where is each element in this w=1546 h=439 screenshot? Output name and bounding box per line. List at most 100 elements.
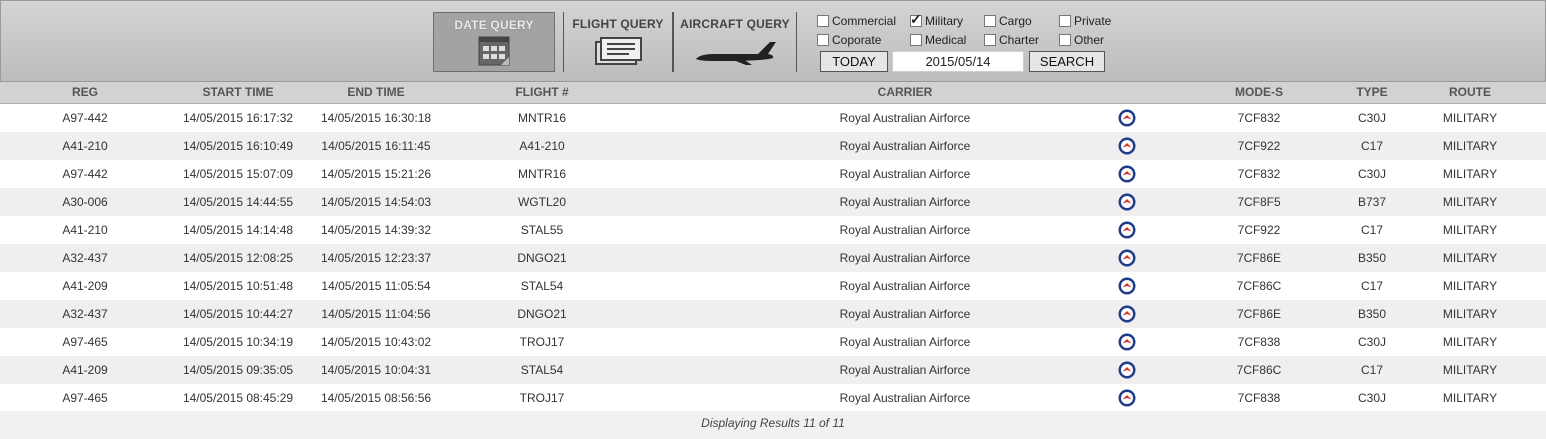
cell-carrier: Royal Australian Airforce: [839, 167, 971, 181]
cell-start: 14/05/2015 14:14:48: [182, 223, 294, 237]
cell-modes: 7CF86E: [1236, 251, 1282, 265]
cell-start: 14/05/2015 10:44:27: [182, 307, 294, 321]
column-header-start-time[interactable]: START TIME: [178, 85, 298, 99]
cell-flight: TROJ17: [519, 335, 565, 349]
date-input[interactable]: [892, 51, 1024, 72]
cell-start: 14/05/2015 16:10:49: [182, 139, 294, 153]
raaf-roundel-icon: [1118, 361, 1136, 379]
filter-private[interactable]: Private: [1059, 14, 1111, 28]
cell-reg: A41-210: [62, 223, 108, 237]
raaf-roundel-icon: [1118, 165, 1136, 183]
column-header-flight[interactable]: FLIGHT #: [492, 85, 592, 99]
search-button[interactable]: SEARCH: [1029, 51, 1105, 72]
cell-start: 14/05/2015 16:17:32: [182, 111, 294, 125]
cell-flight: STAL54: [520, 363, 564, 377]
table-row[interactable]: A41-209 14/05/2015 10:51:48 14/05/2015 11:…: [0, 272, 1546, 300]
column-header-type[interactable]: TYPE: [1332, 85, 1412, 99]
checkbox[interactable]: [817, 15, 829, 27]
cell-modes: 7CF8F5: [1237, 195, 1281, 209]
tab-label: DATE QUERY: [454, 18, 534, 32]
table-row[interactable]: A97-465 14/05/2015 08:45:29 14/05/2015 08:…: [0, 384, 1546, 412]
cell-route: MILITARY: [1442, 335, 1498, 349]
today-button[interactable]: TODAY: [820, 51, 888, 72]
filter-label: Military: [925, 14, 963, 28]
filter-label: Charter: [999, 33, 1040, 47]
table-row[interactable]: A41-210 14/05/2015 14:14:48 14/05/2015 14:…: [0, 216, 1546, 244]
cell-carrier: Royal Australian Airforce: [839, 363, 971, 377]
checkbox[interactable]: [1059, 34, 1071, 46]
cell-reg: A41-209: [62, 279, 108, 293]
tab-date-query[interactable]: DATE QUERY: [433, 12, 555, 72]
filter-corporate[interactable]: Coporate: [817, 33, 881, 47]
cell-end: 14/05/2015 10:04:31: [320, 363, 432, 377]
checkbox-checked[interactable]: ✓: [910, 11, 922, 27]
cell-route: MILITARY: [1442, 223, 1498, 237]
cell-route: MILITARY: [1442, 111, 1498, 125]
table-row[interactable]: A41-210 14/05/2015 16:10:49 14/05/2015 16:…: [0, 132, 1546, 160]
check-icon: ✓: [910, 11, 922, 27]
column-header-mode-s[interactable]: MODE-S: [1214, 85, 1304, 99]
checkbox[interactable]: [817, 34, 829, 46]
filter-label: Medical: [925, 33, 967, 47]
cell-end: 14/05/2015 16:30:18: [320, 111, 432, 125]
table-row[interactable]: A32-437 14/05/2015 10:44:27 14/05/2015 11:…: [0, 300, 1546, 328]
raaf-roundel-icon: [1118, 389, 1136, 407]
checkbox[interactable]: [1059, 15, 1071, 27]
filter-other[interactable]: Other: [1059, 33, 1104, 47]
raaf-roundel-icon: [1118, 109, 1136, 127]
checkbox[interactable]: [984, 15, 996, 27]
column-header-route[interactable]: ROUTE: [1430, 85, 1510, 99]
cell-start: 14/05/2015 10:51:48: [182, 279, 294, 293]
table-row[interactable]: A41-209 14/05/2015 09:35:05 14/05/2015 10:…: [0, 356, 1546, 384]
cell-modes: 7CF922: [1237, 223, 1281, 237]
cell-modes: 7CF86C: [1236, 363, 1282, 377]
category-filters: Commercial ✓ Military Cargo Private Copor…: [817, 11, 1137, 54]
filter-military[interactable]: ✓ Military: [910, 11, 963, 28]
query-tabs: DATE QUERY FLIGHT QUERY AIRCRAFT QUERY: [433, 12, 797, 72]
cell-route: MILITARY: [1442, 363, 1498, 377]
cell-end: 14/05/2015 11:05:54: [321, 279, 431, 293]
table-row[interactable]: A32-437 14/05/2015 12:08:25 14/05/2015 12:…: [0, 244, 1546, 272]
table-row[interactable]: A30-006 14/05/2015 14:44:55 14/05/2015 14:…: [0, 188, 1546, 216]
cell-modes: 7CF86E: [1236, 307, 1282, 321]
cell-flight: STAL54: [520, 279, 564, 293]
column-header-end-time[interactable]: END TIME: [316, 85, 436, 99]
cell-reg: A32-437: [62, 251, 108, 265]
filter-cargo[interactable]: Cargo: [984, 14, 1032, 28]
cell-reg: A97-442: [62, 167, 108, 181]
cell-start: 14/05/2015 15:07:09: [182, 167, 294, 181]
checkbox[interactable]: [910, 34, 922, 46]
cell-type: C30J: [1357, 335, 1386, 349]
tab-label: FLIGHT QUERY: [572, 17, 664, 31]
cell-carrier: Royal Australian Airforce: [839, 279, 971, 293]
table-row[interactable]: A97-442 14/05/2015 15:07:09 14/05/2015 15:…: [0, 160, 1546, 188]
column-header-reg[interactable]: REG: [45, 85, 125, 99]
tab-label: AIRCRAFT QUERY: [680, 17, 790, 31]
cell-route: MILITARY: [1442, 279, 1498, 293]
boarding-pass-icon: [595, 37, 642, 65]
table-row[interactable]: A97-442 14/05/2015 16:17:32 14/05/2015 16:…: [0, 104, 1546, 132]
filter-commercial[interactable]: Commercial: [817, 14, 896, 28]
cell-flight: WGTL20: [517, 195, 566, 209]
cell-reg: A97-442: [62, 111, 108, 125]
cell-flight: DNGO21: [517, 251, 567, 265]
cell-route: MILITARY: [1442, 195, 1498, 209]
cell-route: MILITARY: [1442, 167, 1498, 181]
tab-aircraft-query[interactable]: AIRCRAFT QUERY: [673, 12, 797, 72]
cell-type: C30J: [1357, 167, 1386, 181]
raaf-roundel-icon: [1118, 249, 1136, 267]
cell-carrier: Royal Australian Airforce: [839, 335, 971, 349]
filter-medical[interactable]: Medical: [910, 33, 966, 47]
checkbox[interactable]: [984, 34, 996, 46]
cell-reg: A97-465: [62, 391, 108, 405]
cell-end: 14/05/2015 15:21:26: [320, 167, 432, 181]
column-header-carrier[interactable]: CARRIER: [785, 85, 1025, 99]
cell-end: 14/05/2015 10:43:02: [320, 335, 432, 349]
tab-flight-query[interactable]: FLIGHT QUERY: [563, 12, 673, 72]
cell-reg: A41-209: [62, 363, 108, 377]
filter-charter[interactable]: Charter: [984, 33, 1039, 47]
table-row[interactable]: A97-465 14/05/2015 10:34:19 14/05/2015 10:…: [0, 328, 1546, 356]
cell-flight: A41-210: [519, 139, 565, 153]
cell-end: 14/05/2015 08:56:56: [320, 391, 432, 405]
cell-modes: 7CF832: [1237, 111, 1281, 125]
